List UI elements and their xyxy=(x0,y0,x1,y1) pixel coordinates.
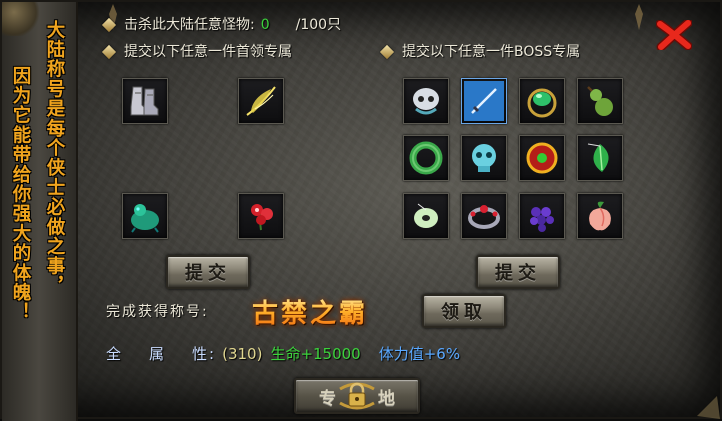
gem-bracelet-icon xyxy=(468,205,500,229)
boss-item-slot[interactable] xyxy=(403,135,449,181)
bullet-icon xyxy=(379,44,395,60)
claim-button[interactable]: 领取 xyxy=(422,294,506,328)
boss-item-slot[interactable] xyxy=(577,78,623,124)
leader-item-slot[interactable] xyxy=(238,193,284,239)
slogan-column-1: 大陆称号是每个侠士必做之事， xyxy=(44,20,65,296)
special-label-b: 地 xyxy=(378,388,395,409)
grape-cluster-icon xyxy=(530,207,554,232)
ornament-icon xyxy=(697,396,720,419)
kill-total: /100只 xyxy=(295,17,342,33)
slogan-column-2: 因为它能带给你强大的体魄！ xyxy=(10,66,31,323)
reward-title-name: 古禁之霸 xyxy=(252,293,368,330)
bullet-icon xyxy=(101,44,117,60)
boss-item-slot[interactable] xyxy=(577,135,623,181)
ornament-icon xyxy=(635,4,643,30)
corner-ornament xyxy=(2,2,42,36)
leader-item-slot[interactable] xyxy=(122,78,168,124)
leader-item-slot[interactable] xyxy=(238,78,284,124)
close-icon[interactable] xyxy=(656,20,692,50)
attr-value: (310) xyxy=(222,345,263,363)
leader-item-slot[interactable] xyxy=(122,193,168,239)
attr-label-b: 属 xyxy=(149,345,167,363)
green-gem-ring-icon xyxy=(527,88,557,118)
lock-icon xyxy=(339,382,375,410)
kill-requirement: 击杀此大陆任意怪物: 0/100只 xyxy=(101,14,342,34)
reward-title-label: 完成获得称号: xyxy=(106,304,209,320)
peach-icon xyxy=(589,201,611,231)
attr-label: 全 属 性: xyxy=(106,345,216,363)
reward-attributes: 全 属 性: (310) 生命+15000 体力值+6% xyxy=(106,343,460,364)
green-leaf-pendant-icon xyxy=(587,143,609,172)
submit-boss-button[interactable]: 提交 xyxy=(476,255,560,289)
leader-label: 提交以下任意一件首领专属 xyxy=(124,44,292,60)
gourd-icon xyxy=(587,86,613,116)
stamina-bonus: 体力值+6% xyxy=(378,345,461,363)
bullet-icon xyxy=(101,17,117,33)
jade-bracelet-icon xyxy=(409,141,443,175)
boss-label: 提交以下任意一件BOSS专属 xyxy=(402,44,581,60)
blue-sword-icon xyxy=(464,81,504,121)
special-locked-button[interactable]: 专地 xyxy=(294,378,420,414)
special-label-a: 专 xyxy=(319,388,336,409)
fire-orb-icon xyxy=(526,142,558,174)
hp-bonus: 生命+15000 xyxy=(270,345,361,363)
boss-item-slot[interactable] xyxy=(519,78,565,124)
boss-item-slot[interactable] xyxy=(519,193,565,239)
continent-title-panel: 大陆称号是每个侠士必做之事， 因为它能带给你强大的体魄！ 击杀此大陆任意怪物: 0… xyxy=(0,0,722,421)
attr-label-c: 性: xyxy=(192,345,217,363)
submit-leader-button[interactable]: 提交 xyxy=(166,255,250,289)
boss-requirement: 提交以下任意一件BOSS专属 xyxy=(379,41,581,61)
glowing-feather-icon xyxy=(246,86,276,116)
spirit-skull-icon xyxy=(472,144,496,172)
red-flower-icon xyxy=(251,204,273,231)
leader-requirement: 提交以下任意一件首领专属 xyxy=(101,41,292,61)
armored-boots-icon xyxy=(130,86,159,116)
jade-beast-icon xyxy=(131,204,159,233)
boss-item-slot[interactable] xyxy=(461,135,507,181)
boss-item-slot[interactable] xyxy=(577,193,623,239)
boss-item-slot[interactable] xyxy=(461,78,507,124)
skull-helm-icon xyxy=(413,88,439,115)
boss-item-slot[interactable] xyxy=(403,78,449,124)
slogan-strip: 大陆称号是每个侠士必做之事， 因为它能带给你强大的体魄！ xyxy=(2,2,78,421)
attr-label-a: 全 xyxy=(106,345,124,363)
boss-item-slot[interactable] xyxy=(519,135,565,181)
boss-item-slot[interactable] xyxy=(403,193,449,239)
jade-disc-icon xyxy=(414,203,438,228)
kill-count: 0 xyxy=(260,17,270,33)
boss-item-slot[interactable] xyxy=(461,193,507,239)
kill-label: 击杀此大陆任意怪物: xyxy=(124,17,255,33)
